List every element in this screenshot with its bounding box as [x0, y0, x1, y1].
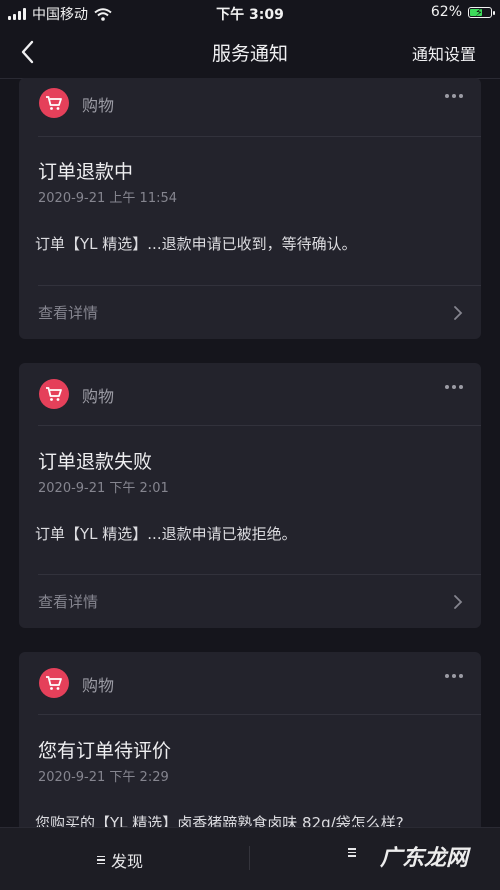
divider: [38, 574, 481, 575]
view-details-row[interactable]: 查看详情: [19, 577, 481, 627]
divider: [38, 285, 481, 286]
card-time: 2020-9-21 上午 11:54: [38, 191, 178, 206]
cart-icon: [39, 668, 69, 698]
category-label: 购物: [82, 676, 115, 695]
card-time: 2020-9-21 下午 2:01: [38, 481, 169, 496]
divider: [38, 136, 481, 137]
card-header: 购物: [19, 658, 481, 708]
cart-icon: [39, 88, 69, 118]
cart-icon: [39, 379, 69, 409]
battery-icon: ⚡: [468, 5, 495, 19]
more-icon[interactable]: [445, 94, 463, 98]
nav-bar: 服务通知 通知设置: [0, 26, 500, 79]
chevron-right-icon: [454, 595, 463, 609]
notification-card[interactable]: 购物 您有订单待评价 2020-9-21 下午 2:29 您购买的【YL 精选】…: [19, 652, 481, 842]
tab-menu[interactable]: [348, 848, 356, 857]
category-label: 购物: [82, 96, 115, 115]
status-bar: 中国移动 下午 3:09 62% ⚡: [0, 0, 500, 26]
tab-discover-label: 发现: [111, 852, 144, 871]
tab-discover[interactable]: 发现: [97, 848, 143, 872]
battery-percent: 62%: [430, 4, 462, 20]
view-details-label: 查看详情: [38, 304, 99, 322]
menu-icon: [97, 855, 105, 865]
battery-cap: [493, 10, 495, 15]
more-icon[interactable]: [445, 385, 463, 389]
charging-bolt-icon: ⚡: [475, 5, 483, 19]
chevron-right-icon: [454, 306, 463, 320]
divider: [38, 714, 481, 715]
view-details-label: 查看详情: [38, 593, 99, 611]
category-label: 购物: [82, 387, 115, 406]
status-time: 下午 3:09: [216, 7, 284, 23]
menu-icon: [348, 848, 356, 857]
more-icon[interactable]: [445, 674, 463, 678]
card-time: 2020-9-21 下午 2:29: [38, 770, 169, 785]
card-body: 订单【YL 精选】...退款申请已被拒绝。: [35, 525, 297, 543]
card-title: 订单退款中: [38, 161, 134, 183]
card-title: 您有订单待评价: [38, 740, 172, 762]
card-header: 购物: [19, 369, 481, 419]
tab-separator: [249, 846, 250, 870]
card-header: 购物: [19, 78, 481, 128]
status-right: 62% ⚡: [430, 4, 495, 20]
bottom-bar: 发现 广东龙网: [0, 827, 500, 890]
view-details-row[interactable]: 查看详情: [19, 288, 481, 338]
notification-card[interactable]: 购物 订单退款中 2020-9-21 上午 11:54 订单【YL 精选】...…: [19, 78, 481, 339]
card-body: 订单【YL 精选】...退款申请已收到，等待确认。: [35, 235, 357, 253]
watermark: 广东龙网: [379, 846, 468, 871]
notification-card[interactable]: 购物 订单退款失败 2020-9-21 下午 2:01 订单【YL 精选】...…: [19, 363, 481, 628]
divider: [38, 425, 481, 426]
card-title: 订单退款失败: [38, 451, 153, 473]
notification-settings-button[interactable]: 通知设置: [412, 41, 476, 65]
